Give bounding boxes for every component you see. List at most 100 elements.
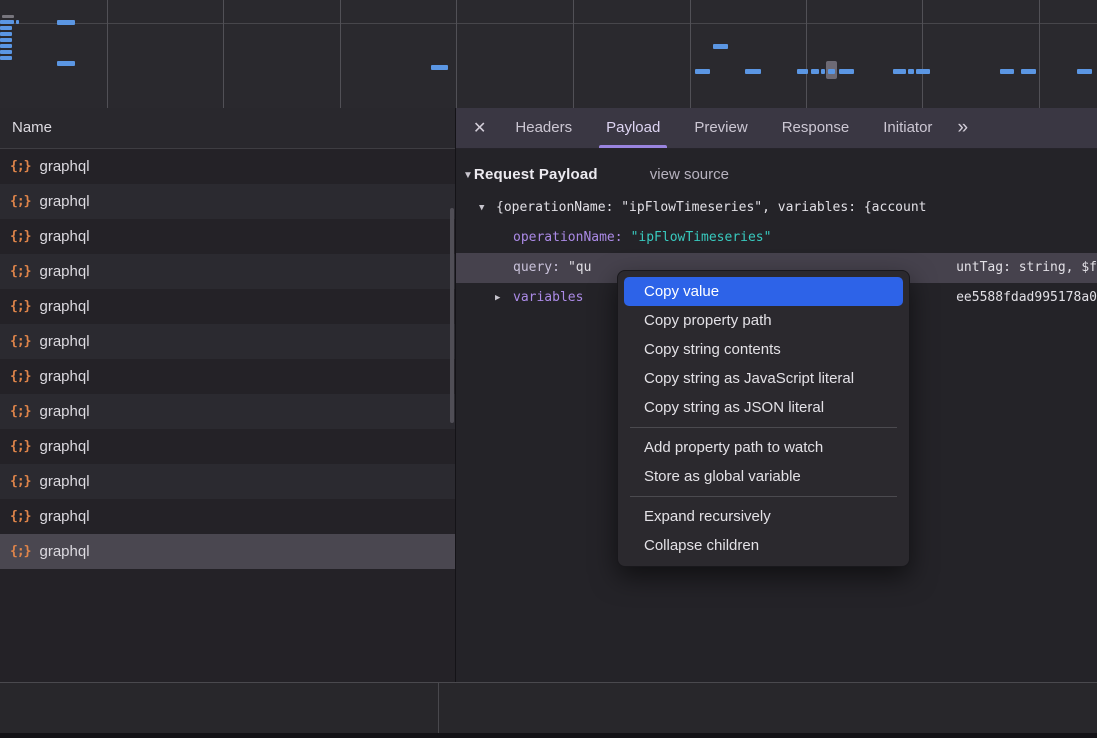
request-timing-bar[interactable]: [0, 56, 12, 60]
request-row-graphql[interactable]: {;}graphql: [0, 289, 455, 324]
request-timing-bar-gray[interactable]: [2, 15, 14, 18]
payload-row-operation-name[interactable]: operationName: "ipFlowTimeseries": [456, 223, 1097, 253]
request-name: graphql: [39, 403, 89, 420]
request-timing-bar[interactable]: [0, 26, 12, 30]
request-timing-bar[interactable]: [16, 20, 19, 24]
request-row-graphql[interactable]: {;}graphql: [0, 464, 455, 499]
request-name: graphql: [39, 473, 89, 490]
request-timing-bar[interactable]: [908, 69, 914, 74]
menu-item-store-as-global-variable[interactable]: Store as global variable: [624, 462, 903, 491]
menu-divider: [630, 496, 897, 497]
request-row-graphql[interactable]: {;}graphql: [0, 324, 455, 359]
request-row-graphql[interactable]: {;} graphql: [0, 184, 455, 219]
request-list-pane: Name {;}graphql{;}graphql{;}graphql{;}gr…: [0, 108, 455, 682]
request-timing-bar[interactable]: [0, 44, 12, 48]
tab-preview[interactable]: Preview: [677, 108, 764, 148]
request-timing-bar[interactable]: [811, 69, 819, 74]
expand-triangle-icon[interactable]: ▶: [495, 283, 500, 313]
request-timing-bar[interactable]: [0, 20, 14, 24]
tab-headers[interactable]: Headers: [498, 108, 589, 148]
collapse-triangle-icon[interactable]: ▼: [463, 170, 473, 181]
request-row-graphql[interactable]: {;} graphql: [0, 394, 455, 429]
timeline-horizontal-gridline: [0, 23, 1097, 24]
request-row-graphql[interactable]: {;}graphql: [0, 499, 455, 534]
request-name: graphql: [39, 228, 89, 245]
menu-item-copy-string-contents[interactable]: Copy string contents: [624, 335, 903, 364]
details-tabs: HeadersPayloadPreviewResponseInitiator: [498, 108, 949, 148]
menu-item-copy-string-as-json-literal[interactable]: Copy string as JSON literal: [624, 393, 903, 422]
list-scrollbar[interactable]: [450, 208, 454, 423]
property-value-start: "qu: [568, 260, 591, 275]
network-overview-timeline[interactable]: [0, 0, 1097, 109]
request-timing-bar[interactable]: [1077, 69, 1092, 74]
menu-item-add-property-path-to-watch[interactable]: Add property path to watch: [624, 433, 903, 462]
json-braces-icon: {;}: [10, 544, 30, 559]
request-list: {;} graphql {;} graphql {;} graphql {;} graphql…: [0, 149, 455, 569]
json-braces-icon: {;}: [10, 369, 30, 384]
request-name: graphql: [39, 508, 89, 525]
request-row-graphql[interactable]: {;}graphql: [0, 219, 455, 254]
collapse-triangle-icon[interactable]: ▼: [479, 193, 484, 223]
request-timing-bar[interactable]: [839, 69, 854, 74]
devtools-network-panel: Name {;}graphql{;}graphql{;}graphql{;}gr…: [0, 0, 1097, 738]
request-timing-bar[interactable]: [431, 65, 448, 70]
property-key: operationName:: [513, 230, 623, 245]
request-timing-bar[interactable]: [1021, 69, 1036, 74]
request-timing-bar[interactable]: [0, 38, 12, 42]
property-value-string: "ipFlowTimeseries": [631, 230, 772, 245]
request-name: graphql: [39, 263, 89, 280]
tab-initiator[interactable]: Initiator: [866, 108, 949, 148]
request-timing-bar[interactable]: [916, 69, 930, 74]
request-row-graphql[interactable]: {;}graphql: [0, 149, 455, 184]
json-braces-icon: {;}: [10, 439, 30, 454]
payload-root-row[interactable]: ▼{operationName: "ipFlowTimeseries", var…: [456, 193, 1097, 223]
close-icon[interactable]: ✕: [473, 118, 486, 138]
menu-item-expand-recursively[interactable]: Expand recursively: [624, 502, 903, 531]
request-timing-bar[interactable]: [893, 69, 906, 74]
request-timing-bar[interactable]: [745, 69, 761, 74]
request-payload-title: Request Payload: [474, 166, 598, 183]
timeline-gridline: [573, 0, 574, 108]
json-braces-icon: {;}: [10, 194, 30, 209]
request-name: graphql: [39, 333, 89, 350]
request-timing-bar[interactable]: [0, 32, 12, 36]
request-timing-bar[interactable]: [0, 50, 12, 54]
request-row-graphql[interactable]: {;} graphql: [0, 359, 455, 394]
menu-item-copy-string-as-javascript-literal[interactable]: Copy string as JavaScript literal: [624, 364, 903, 393]
menu-item-collapse-children[interactable]: Collapse children: [624, 531, 903, 560]
request-name: graphql: [39, 298, 89, 315]
context-menu: Copy valueCopy property pathCopy string …: [617, 270, 910, 567]
tab-response[interactable]: Response: [765, 108, 867, 148]
more-tabs-icon[interactable]: »: [957, 117, 966, 139]
request-name: graphql: [39, 193, 89, 210]
name-column-header[interactable]: Name: [0, 108, 455, 149]
request-row-graphql[interactable]: {;} graphql: [0, 429, 455, 464]
menu-item-copy-value[interactable]: Copy value: [624, 277, 903, 306]
json-braces-icon: {;}: [10, 404, 30, 419]
timeline-gridline: [223, 0, 224, 108]
request-row-graphql[interactable]: {;} graphql: [0, 254, 455, 289]
menu-item-copy-property-path[interactable]: Copy property path: [624, 306, 903, 335]
request-name: graphql: [39, 368, 89, 385]
name-column-label: Name: [12, 119, 52, 136]
request-name: graphql: [39, 438, 89, 455]
request-timing-bar[interactable]: [713, 44, 728, 49]
request-timing-bar[interactable]: [57, 20, 75, 25]
property-key: query:: [513, 260, 560, 275]
query-value-clipped-fragment: untTag: string, $f: [956, 253, 1097, 283]
timeline-gridline: [456, 0, 457, 108]
window-bottom-edge: [0, 733, 1097, 738]
request-timing-bar[interactable]: [1000, 69, 1014, 74]
devtools-window: Name {;}graphql{;}graphql{;}graphql{;}gr…: [0, 0, 1110, 740]
timeline-gridline: [690, 0, 691, 108]
request-row-graphql[interactable]: {;}graphql: [0, 534, 455, 569]
request-timing-bar[interactable]: [57, 61, 75, 66]
tab-payload[interactable]: Payload: [589, 108, 677, 148]
request-timing-bar[interactable]: [797, 69, 808, 74]
request-payload-header: ▼Request Payload view source: [463, 166, 1097, 183]
request-timing-bar[interactable]: [828, 69, 835, 74]
request-timing-bar[interactable]: [695, 69, 710, 74]
request-timing-bar[interactable]: [821, 69, 825, 74]
view-source-link[interactable]: view source: [650, 166, 729, 183]
json-braces-icon: {;}: [10, 264, 30, 279]
